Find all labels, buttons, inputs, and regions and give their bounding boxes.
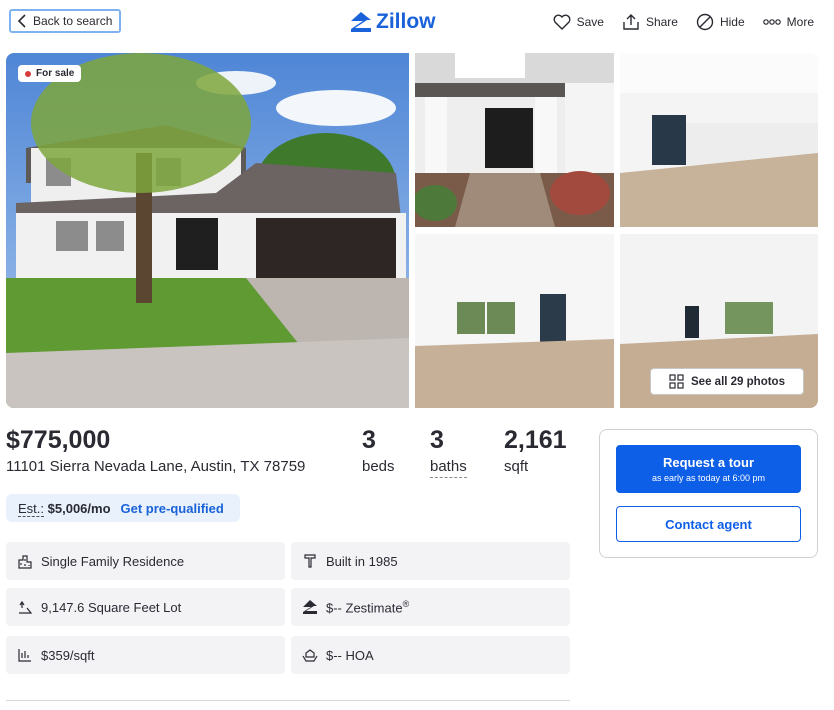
fact-zestimate-label: $-- Zestimate® (326, 599, 409, 615)
back-label: Back to search (33, 14, 113, 28)
beds-stat: 3 beds (362, 426, 395, 475)
living-room-photo[interactable] (620, 53, 818, 227)
beds-value: 3 (362, 426, 376, 454)
heart-icon (553, 14, 571, 30)
fact-price-per-sqft-text: $359/sqft (41, 647, 95, 663)
hide-label: Hide (719, 15, 745, 29)
save-button[interactable]: Save (553, 13, 604, 31)
fact-price-per-sqft: $359/sqft (6, 636, 285, 674)
beds-label: beds (362, 458, 395, 475)
for-sale-label: For sale (36, 68, 75, 79)
fireplace-room-photo[interactable] (415, 234, 614, 408)
hammer-icon (304, 554, 316, 568)
contact-agent-button[interactable]: Contact agent (616, 506, 801, 542)
listing-actions: Save Share Hide More (553, 13, 814, 31)
fact-hoa: $-- HOA (291, 636, 570, 674)
request-tour-subtitle: as early as today at 6:00 pm (651, 473, 766, 483)
sqft-value: 2,161 (504, 426, 567, 454)
building-icon (18, 555, 32, 569)
zestimate-icon (303, 600, 317, 614)
hide-button[interactable]: Hide (696, 13, 745, 31)
zillow-logo-icon (351, 12, 371, 32)
baths-value: 3 (430, 426, 444, 454)
sqft-label: sqft (504, 458, 529, 475)
baths-label: baths (430, 458, 467, 478)
hoa-icon (302, 649, 318, 662)
see-all-label: See all 29 photos (691, 375, 785, 388)
back-to-search-button[interactable]: Back to search (9, 9, 121, 33)
monthly-estimate: Est.: $5,006/mo Get pre-qualified (6, 494, 240, 522)
request-tour-button[interactable]: Request a tour as early as today at 6:00… (616, 445, 801, 493)
hide-icon (696, 13, 714, 31)
fact-zestimate-text: $-- Zestimate (326, 600, 403, 616)
grid-icon (669, 374, 684, 389)
baths-stat[interactable]: 3 baths (430, 426, 467, 478)
more-button[interactable]: More (762, 13, 814, 31)
chevron-left-icon (11, 14, 33, 28)
listing-address: 11101 Sierra Nevada Lane, Austin, TX 787… (6, 458, 306, 475)
fact-home-type: Single Family Residence (6, 542, 285, 580)
fact-lot-size-text: 9,147.6 Square Feet Lot (41, 599, 182, 615)
for-sale-badge: For sale (18, 65, 82, 82)
more-label: More (786, 15, 814, 29)
registered-mark: ® (402, 598, 410, 609)
status-dot-icon (25, 70, 31, 77)
save-label: Save (576, 15, 604, 29)
entry-photo[interactable] (415, 53, 614, 227)
share-icon (623, 14, 639, 30)
main-house-photo[interactable] (6, 53, 409, 408)
zillow-logo[interactable]: Zillow (350, 9, 436, 35)
fact-year-built: Built in 1985 (291, 542, 570, 580)
fact-home-type-text: Single Family Residence (41, 553, 185, 569)
fact-hoa-text: $-- HOA (326, 647, 374, 663)
fact-year-built-text: Built in 1985 (326, 553, 398, 569)
lot-icon (19, 600, 33, 614)
listing-price: $775,000 (6, 426, 111, 454)
estimate-text: Est.: $5,006/mo (18, 500, 111, 517)
fact-zestimate: $-- Zestimate® (291, 588, 570, 626)
get-pre-qualified-link[interactable]: Get pre-qualified (121, 501, 224, 516)
section-divider (6, 700, 570, 701)
see-all-photos-button[interactable]: See all 29 photos (650, 368, 804, 395)
sqft-stat: 2,161 sqft (504, 426, 567, 475)
request-tour-title: Request a tour (662, 455, 754, 470)
fact-lot-size: 9,147.6 Square Feet Lot (6, 588, 285, 626)
price-per-sqft-icon (18, 649, 31, 662)
share-label: Share (645, 15, 678, 29)
more-icon (762, 19, 781, 25)
logo-text: Zillow (376, 10, 436, 33)
estimate-prefix[interactable]: Est.: (18, 500, 45, 517)
estimate-amount: $5,006/mo (47, 500, 111, 516)
share-button[interactable]: Share (622, 13, 678, 31)
